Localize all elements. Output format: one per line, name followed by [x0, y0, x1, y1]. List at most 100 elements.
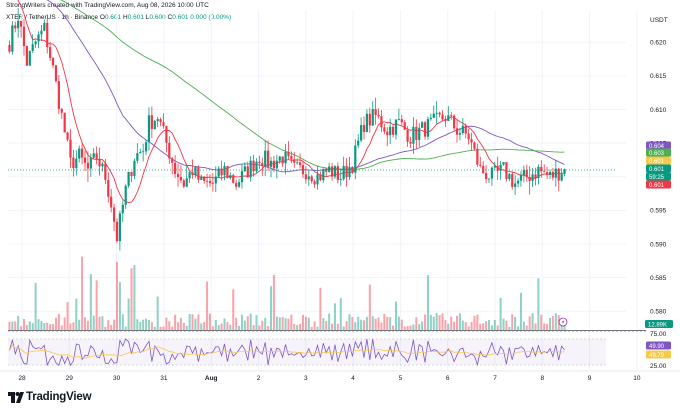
candle[interactable]: [118, 210, 121, 251]
candle[interactable]: [415, 119, 418, 149]
candle[interactable]: [150, 106, 153, 139]
candle[interactable]: [269, 157, 273, 177]
candle[interactable]: [397, 108, 400, 121]
candle[interactable]: [249, 156, 252, 182]
candle[interactable]: [153, 119, 156, 130]
candle[interactable]: [464, 123, 467, 139]
candle[interactable]: [203, 176, 206, 184]
candle[interactable]: [319, 171, 322, 182]
candle[interactable]: [110, 189, 113, 213]
candle[interactable]: [298, 153, 302, 169]
candle[interactable]: [57, 75, 60, 115]
candle[interactable]: [304, 166, 307, 184]
candle[interactable]: [479, 156, 482, 168]
candle[interactable]: [115, 218, 119, 243]
candle[interactable]: [217, 166, 220, 178]
candle[interactable]: [426, 116, 430, 140]
candle[interactable]: [493, 161, 496, 171]
candle[interactable]: [176, 163, 180, 187]
candle[interactable]: [191, 159, 194, 179]
candle[interactable]: [261, 157, 264, 177]
candle[interactable]: [548, 169, 552, 180]
candle[interactable]: [185, 164, 188, 188]
candle[interactable]: [264, 140, 267, 176]
candle[interactable]: [522, 165, 525, 183]
candle[interactable]: [362, 116, 366, 140]
candle[interactable]: [525, 164, 528, 182]
candle[interactable]: [307, 170, 310, 186]
candle[interactable]: [98, 147, 101, 176]
candle[interactable]: [240, 163, 244, 189]
candle[interactable]: [508, 172, 511, 181]
candle[interactable]: [557, 167, 560, 192]
candle[interactable]: [174, 155, 177, 179]
candle[interactable]: [325, 168, 328, 178]
candle[interactable]: [438, 111, 441, 118]
candle[interactable]: [281, 156, 284, 167]
candle[interactable]: [551, 167, 555, 181]
candle[interactable]: [421, 120, 424, 128]
candle[interactable]: [14, 21, 17, 33]
candle[interactable]: [37, 31, 40, 49]
candle[interactable]: [368, 107, 371, 133]
candle[interactable]: [229, 172, 232, 180]
candle[interactable]: [400, 114, 403, 126]
candle[interactable]: [72, 150, 75, 177]
candle[interactable]: [432, 105, 435, 118]
candle[interactable]: [455, 119, 459, 143]
candle[interactable]: [531, 168, 534, 188]
candle[interactable]: [484, 165, 488, 184]
candle[interactable]: [188, 171, 191, 183]
candle[interactable]: [511, 171, 514, 190]
candle[interactable]: [232, 173, 235, 184]
candle[interactable]: [237, 178, 241, 189]
candle[interactable]: [267, 140, 270, 172]
candle[interactable]: [505, 161, 508, 182]
candle[interactable]: [435, 100, 438, 124]
candle[interactable]: [147, 107, 151, 151]
candle[interactable]: [360, 117, 363, 143]
chart-area[interactable]: USDT0.6200.6150.6100.6050.6000.5950.5900…: [0, 0, 680, 386]
candle[interactable]: [75, 150, 78, 176]
candle[interactable]: [519, 170, 523, 187]
candle[interactable]: [296, 158, 299, 165]
candle[interactable]: [17, 8, 20, 38]
candle[interactable]: [95, 146, 98, 165]
candle[interactable]: [412, 117, 415, 154]
candle[interactable]: [322, 168, 325, 183]
candle[interactable]: [40, 24, 43, 41]
candle[interactable]: [49, 41, 52, 61]
candle[interactable]: [461, 118, 464, 135]
candle[interactable]: [60, 107, 63, 119]
candle[interactable]: [377, 108, 380, 119]
candle[interactable]: [43, 19, 46, 32]
candle[interactable]: [330, 162, 334, 181]
candle[interactable]: [121, 200, 124, 223]
candle[interactable]: [537, 164, 540, 185]
candle[interactable]: [81, 143, 84, 165]
candle[interactable]: [365, 109, 369, 133]
candle[interactable]: [255, 158, 258, 174]
candle[interactable]: [156, 116, 159, 128]
candle[interactable]: [467, 128, 470, 145]
candle[interactable]: [482, 161, 485, 174]
candle[interactable]: [165, 125, 168, 153]
candle[interactable]: [124, 184, 127, 209]
candle[interactable]: [112, 203, 116, 232]
candle[interactable]: [429, 113, 432, 121]
candle[interactable]: [127, 171, 130, 188]
candle[interactable]: [34, 40, 37, 48]
candle[interactable]: [46, 17, 49, 54]
candle[interactable]: [182, 178, 185, 189]
candle[interactable]: [235, 179, 238, 191]
candle[interactable]: [171, 157, 174, 175]
candle[interactable]: [394, 119, 398, 140]
candle[interactable]: [391, 125, 395, 138]
candle[interactable]: [316, 165, 319, 190]
candle[interactable]: [371, 101, 374, 126]
candle[interactable]: [470, 132, 473, 151]
candle[interactable]: [51, 56, 55, 69]
candle[interactable]: [25, 45, 28, 67]
candle[interactable]: [200, 174, 203, 181]
candle[interactable]: [287, 141, 290, 159]
